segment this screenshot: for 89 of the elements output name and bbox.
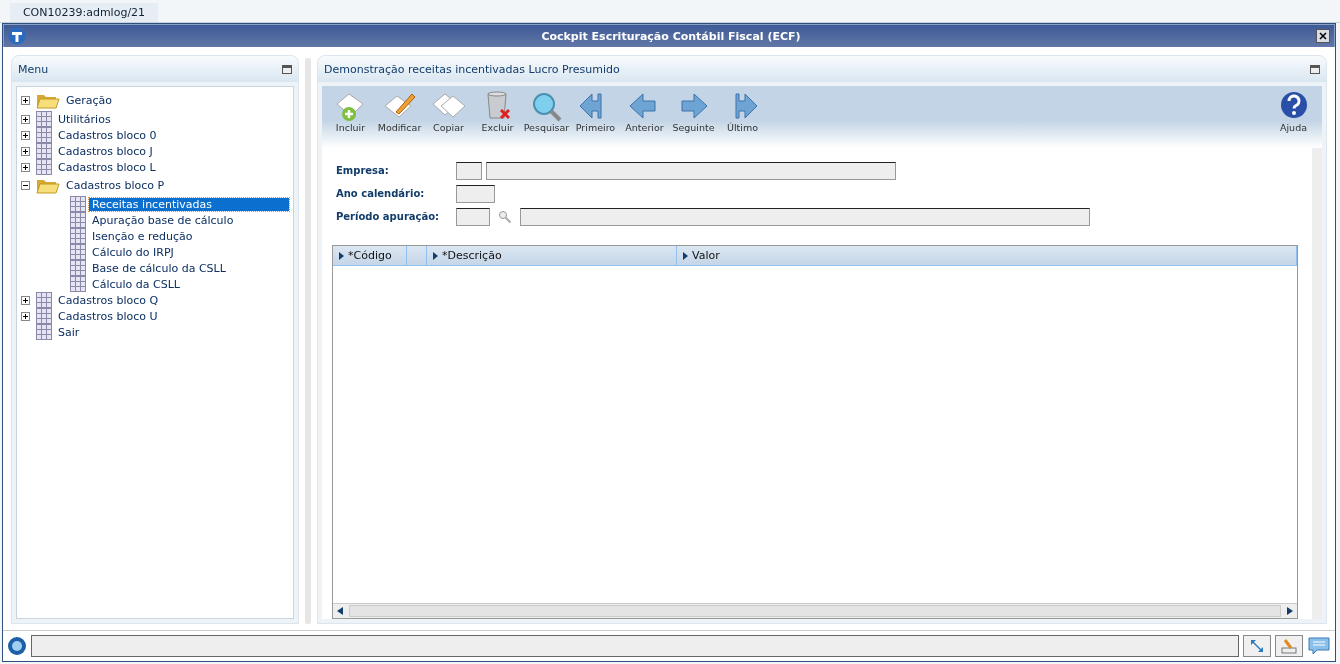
search-icon xyxy=(532,93,561,122)
minimize-button[interactable] xyxy=(282,64,292,74)
sort-arrow-icon[interactable] xyxy=(683,251,688,260)
tree-item[interactable]: Cálculo do IRPJ xyxy=(89,245,177,259)
toolbar-button[interactable]: Último xyxy=(718,90,767,133)
tree-item[interactable]: Cadastros bloco J xyxy=(55,144,156,158)
table-icon xyxy=(36,159,52,175)
session-tab[interactable]: CON10239:admlog/21 xyxy=(10,3,158,22)
settings-button[interactable] xyxy=(1275,635,1303,657)
double-right-arrow-icon xyxy=(735,93,757,119)
table-icon xyxy=(70,212,86,228)
app-logo-icon xyxy=(8,27,26,45)
tree-item[interactable]: Sair xyxy=(55,325,83,339)
table-icon xyxy=(36,143,52,159)
double-left-arrow-icon xyxy=(579,93,601,119)
tree-item[interactable]: Cadastros bloco L xyxy=(55,160,159,174)
chat-icon[interactable] xyxy=(1307,636,1331,656)
column-header[interactable]: *Descrição xyxy=(442,249,502,262)
tree-item[interactable]: Cadastros bloco U xyxy=(55,309,161,323)
table-icon xyxy=(36,111,52,127)
right-arrow-icon xyxy=(681,93,707,119)
toolbar-button[interactable]: Seguinte xyxy=(669,90,718,133)
resize-icon xyxy=(1249,638,1265,654)
copy-documents-icon xyxy=(432,93,465,118)
table-icon xyxy=(36,308,52,324)
sort-arrow-icon[interactable] xyxy=(433,251,438,260)
help-button[interactable]: Ajuda xyxy=(1269,90,1318,133)
tree-item[interactable]: Receitas incentivadas xyxy=(89,197,289,211)
help-icon xyxy=(1280,92,1307,118)
table-icon xyxy=(70,260,86,276)
table-icon xyxy=(36,127,52,143)
scroll-left-icon[interactable] xyxy=(337,607,343,615)
table-icon xyxy=(70,276,86,292)
toolbar-button[interactable]: Copiar xyxy=(424,90,473,133)
expand-icon[interactable] xyxy=(21,130,30,140)
expand-icon[interactable] xyxy=(21,96,30,105)
tree-item[interactable]: Cálculo da CSLL xyxy=(89,277,183,291)
toolbar-button[interactable]: Excluir xyxy=(473,90,522,133)
table-icon xyxy=(70,196,86,212)
panel-title: Menu xyxy=(18,62,49,76)
table-icon xyxy=(36,292,52,308)
toolbar-button[interactable]: Incluir xyxy=(326,90,375,133)
toolbar-button[interactable]: Pesquisar xyxy=(522,90,571,133)
expand-icon[interactable] xyxy=(21,114,30,124)
name-field[interactable] xyxy=(486,161,896,180)
code-field[interactable] xyxy=(456,161,482,180)
tree-item[interactable]: Utilitários xyxy=(55,112,114,126)
tree-item[interactable]: Geração xyxy=(63,94,116,107)
sort-arrow-icon[interactable] xyxy=(339,251,344,260)
column-header[interactable]: *Código xyxy=(348,249,392,262)
folder-icon xyxy=(36,177,60,194)
toolbar-button[interactable]: Primeiro xyxy=(571,90,620,133)
field-label: Empresa: xyxy=(336,165,390,176)
close-icon[interactable] xyxy=(1316,29,1330,43)
period-field[interactable] xyxy=(456,207,490,226)
wrench-icon xyxy=(1280,638,1298,654)
tree-item[interactable]: Cadastros bloco P xyxy=(63,179,168,192)
table-icon xyxy=(36,324,52,340)
year-field[interactable] xyxy=(456,184,495,203)
tree-item[interactable]: Isenção e redução xyxy=(89,229,196,243)
table-icon xyxy=(70,244,86,260)
resize-button[interactable] xyxy=(1243,635,1271,657)
folder-icon xyxy=(36,92,60,109)
left-arrow-icon xyxy=(629,93,655,119)
tree-item[interactable]: Cadastros bloco 0 xyxy=(55,128,160,142)
app-logo-icon[interactable] xyxy=(7,636,27,656)
table-icon xyxy=(70,228,86,244)
horizontal-scrollbar[interactable] xyxy=(333,603,1297,618)
field-label: Período apuração: xyxy=(336,211,441,222)
panel-title: Demonstração receitas incentivadas Lucro Presumido xyxy=(324,62,620,76)
new-document-icon xyxy=(336,93,363,121)
expand-icon[interactable] xyxy=(21,146,30,156)
edit-document-icon xyxy=(384,93,415,118)
tree-item[interactable]: Base de cálculo da CSLL xyxy=(89,261,229,275)
trash-delete-icon xyxy=(487,91,510,120)
window-title: Cockpit Escrituração Contábil Fiscal (ECF) xyxy=(540,29,802,43)
minimize-button[interactable] xyxy=(1310,64,1320,74)
tree-item[interactable]: Cadastros bloco Q xyxy=(55,293,162,307)
toolbar-button[interactable]: Modificar xyxy=(375,90,424,133)
collapse-icon[interactable] xyxy=(21,181,30,190)
expand-icon[interactable] xyxy=(21,295,30,305)
column-header[interactable]: Valor xyxy=(692,249,720,262)
tree-item[interactable]: Apuração base de cálculo xyxy=(89,213,237,227)
scroll-right-icon[interactable] xyxy=(1287,607,1293,615)
field-label: Ano calendário: xyxy=(336,188,426,199)
description-field[interactable] xyxy=(520,207,1090,226)
toolbar-button[interactable]: Anterior xyxy=(620,90,669,133)
expand-icon[interactable] xyxy=(21,162,30,172)
expand-icon[interactable] xyxy=(21,311,30,321)
